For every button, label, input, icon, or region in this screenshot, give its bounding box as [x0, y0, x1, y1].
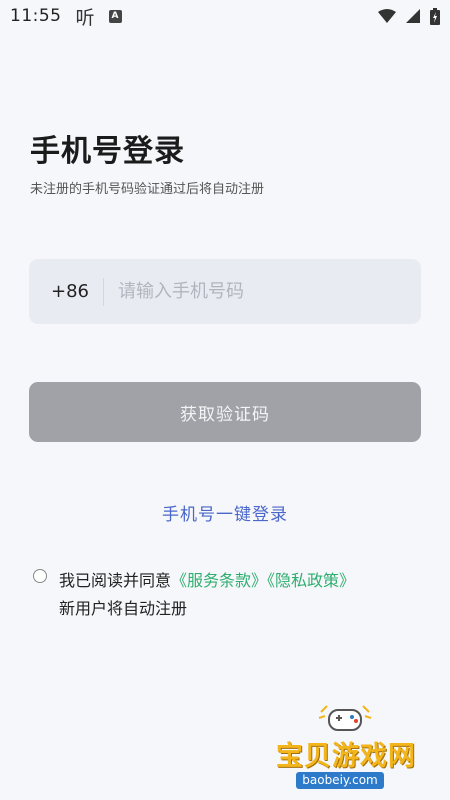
watermark-url: baobeiy.com [296, 772, 384, 789]
wifi-icon [378, 9, 396, 23]
page-subtitle: 未注册的手机号码验证通过后将自动注册 [30, 182, 265, 197]
agreement-checkbox[interactable] [33, 569, 47, 583]
one-key-login-link[interactable]: 手机号一键登录 [0, 500, 450, 525]
status-bar: 11:55 听 A [0, 0, 450, 32]
terms-link[interactable]: 《服务条款》 [171, 571, 267, 590]
gamepad-icon [318, 705, 372, 731]
app-notification-icon: A [108, 9, 122, 23]
page-title: 手机号登录 [30, 134, 185, 169]
phone-field[interactable]: +86 [29, 259, 421, 324]
watermark: 宝贝游戏网 baobeiy.com [270, 700, 420, 795]
phone-input[interactable] [104, 259, 421, 324]
get-code-button[interactable]: 获取验证码 [29, 382, 421, 442]
status-icons [378, 7, 440, 25]
listen-app-icon: 听 [75, 6, 95, 29]
agreement-note: 新用户将自动注册 [59, 599, 188, 618]
privacy-link[interactable]: 《隐私政策》 [267, 571, 355, 590]
country-code-selector[interactable]: +86 [29, 281, 103, 302]
agreement-text: 我已阅读并同意《服务条款》《隐私政策》 新用户将自动注册 [59, 567, 355, 623]
status-time: 11:55 [10, 6, 62, 26]
agreement-prefix: 我已阅读并同意 [59, 571, 172, 590]
signal-icon [406, 9, 420, 23]
watermark-brand: 宝贝游戏网 [276, 741, 416, 772]
battery-icon [430, 7, 440, 25]
